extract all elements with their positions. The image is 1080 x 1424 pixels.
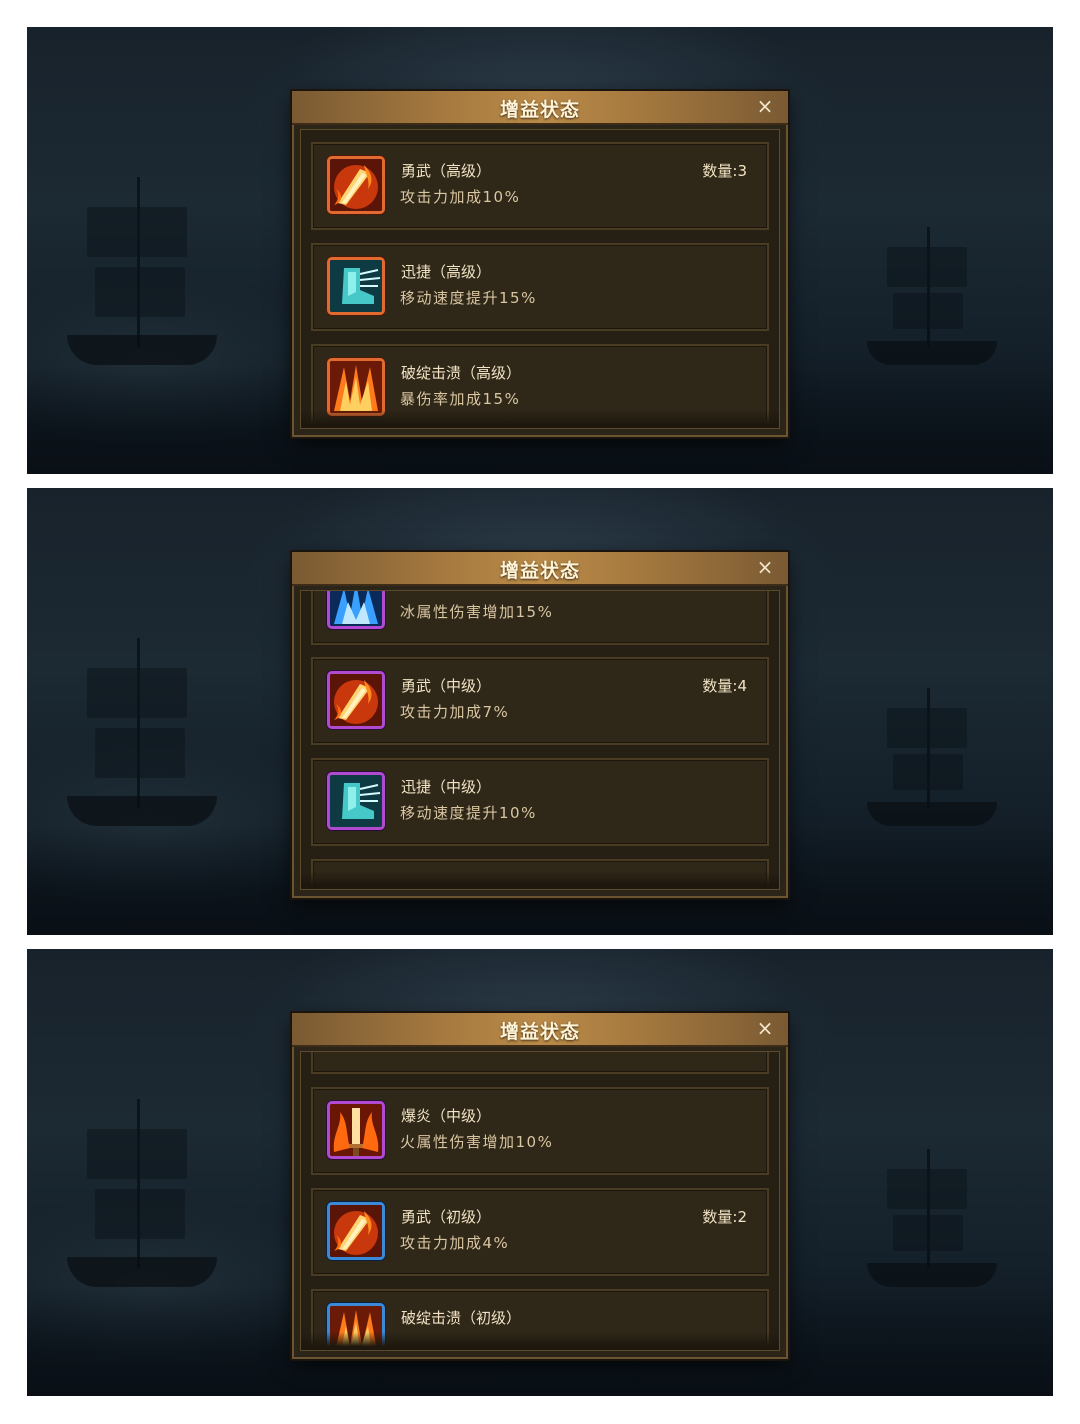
screenshot-panel-1: 增益状态 × 勇武（高级） 攻击力加成10% 数量:3 迅捷（高级） 移动速度提… [27, 27, 1053, 474]
flaming-sword-icon [327, 1202, 385, 1260]
buff-name: 勇武（高级） [401, 162, 492, 180]
buff-row: 勇武（中级） 攻击力加成7% 数量:4 [311, 657, 769, 745]
buff-name: 爆炎（中级） [401, 1107, 492, 1125]
fire-claw-icon [327, 358, 385, 416]
fire-sword-icon [327, 1101, 385, 1159]
close-button[interactable]: × [754, 555, 776, 579]
flaming-sword-icon [327, 156, 385, 214]
ship-silhouette-right [867, 688, 997, 826]
scroll-fade [301, 871, 779, 889]
ship-silhouette-right [867, 1149, 997, 1287]
close-button[interactable]: × [754, 1016, 776, 1040]
buff-description: 攻击力加成10% [400, 188, 521, 206]
buff-name: 迅捷（中级） [401, 778, 492, 796]
buff-name: 勇武（中级） [401, 677, 492, 695]
buff-description: 火属性伤害增加10% [400, 1133, 554, 1151]
dialog-titlebar: 增益状态 × [292, 1013, 788, 1047]
buff-row: 勇武（高级） 攻击力加成10% 数量:3 [311, 142, 769, 230]
winged-boot-icon [327, 257, 385, 315]
buff-description: 攻击力加成4% [400, 1234, 510, 1252]
dialog-title: 增益状态 [499, 1021, 580, 1043]
ice-sword-icon [327, 591, 385, 629]
ship-silhouette-right [867, 227, 997, 365]
buff-name: 迅捷（高级） [401, 263, 492, 281]
scroll-fade [301, 410, 779, 428]
buff-row: 迅捷（中级） 移动速度提升10% [311, 758, 769, 846]
buff-list-frame[interactable]: 勇武（高级） 攻击力加成10% 数量:3 迅捷（高级） 移动速度提升15% 破绽… [300, 129, 780, 429]
screenshot-panel-2: 增益状态 × 冰属性伤害增加15% 勇武（中级） 攻击力加成7% 数量:4 迅捷… [27, 488, 1053, 935]
buff-list-frame[interactable]: 爆炎（中级） 火属性伤害增加10% 勇武（初级） 攻击力加成4% 数量:2 破绽… [300, 1051, 780, 1351]
buff-status-dialog: 增益状态 × 冰属性伤害增加15% 勇武（中级） 攻击力加成7% 数量:4 迅捷… [292, 552, 788, 898]
buff-description: 冰属性伤害增加15% [400, 603, 554, 621]
flaming-sword-icon [327, 671, 385, 729]
buff-status-dialog: 增益状态 × 勇武（高级） 攻击力加成10% 数量:3 迅捷（高级） 移动速度提… [292, 91, 788, 437]
buff-count: 数量:4 [702, 677, 747, 695]
dialog-title: 增益状态 [499, 99, 580, 121]
buff-row: 迅捷（高级） 移动速度提升15% [311, 243, 769, 331]
buff-list-frame[interactable]: 冰属性伤害增加15% 勇武（中级） 攻击力加成7% 数量:4 迅捷（中级） 移动… [300, 590, 780, 890]
ship-silhouette-left [67, 638, 217, 826]
dialog-titlebar: 增益状态 × [292, 91, 788, 125]
buff-description: 暴伤率加成15% [400, 390, 521, 408]
buff-row: 勇武（初级） 攻击力加成4% 数量:2 [311, 1188, 769, 1276]
buff-count: 数量:2 [702, 1208, 747, 1226]
buff-name: 勇武（初级） [401, 1208, 492, 1226]
buff-row: 冰属性伤害增加15% [311, 591, 769, 645]
close-button[interactable]: × [754, 94, 776, 118]
buff-count: 数量:3 [702, 162, 747, 180]
ship-silhouette-left [67, 1099, 217, 1287]
buff-name: 破绽击溃（初级） [401, 1309, 522, 1327]
dialog-titlebar: 增益状态 × [292, 552, 788, 586]
buff-name: 破绽击溃（高级） [401, 364, 522, 382]
buff-description: 移动速度提升10% [400, 804, 537, 822]
buff-status-dialog: 增益状态 × 爆炎（中级） 火属性伤害增加10% 勇武（初级） 攻击力加成4% … [292, 1013, 788, 1359]
buff-row: 爆炎（中级） 火属性伤害增加10% [311, 1087, 769, 1175]
screenshot-panel-3: 增益状态 × 爆炎（中级） 火属性伤害增加10% 勇武（初级） 攻击力加成4% … [27, 949, 1053, 1396]
dialog-title: 增益状态 [499, 560, 580, 582]
buff-row [311, 1052, 769, 1074]
buff-description: 移动速度提升15% [400, 289, 537, 307]
winged-boot-icon [327, 772, 385, 830]
buff-description: 攻击力加成7% [400, 703, 510, 721]
ship-silhouette-left [67, 177, 217, 365]
scroll-fade [301, 1332, 779, 1350]
